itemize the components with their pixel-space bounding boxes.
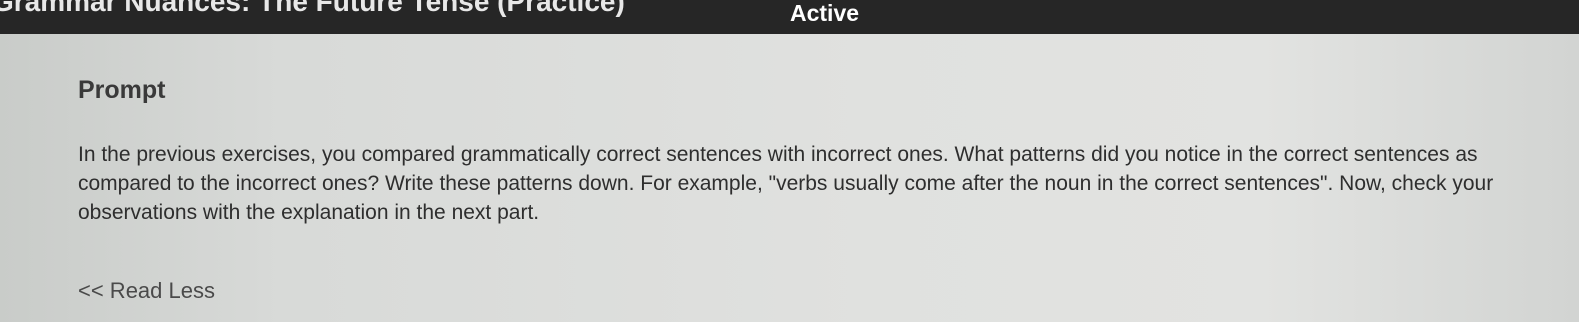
prompt-panel: Prompt In the previous exercises, you co… <box>0 34 1579 322</box>
read-less-link[interactable]: << Read Less <box>78 278 215 304</box>
prompt-heading: Prompt <box>78 76 166 104</box>
prompt-text: In the previous exercises, you compared … <box>78 143 1494 224</box>
top-bar: Grammar Nuances: The Future Tense (Pract… <box>0 0 1579 34</box>
lesson-title: Grammar Nuances: The Future Tense (Pract… <box>0 0 625 17</box>
status-label: Active <box>790 0 860 26</box>
